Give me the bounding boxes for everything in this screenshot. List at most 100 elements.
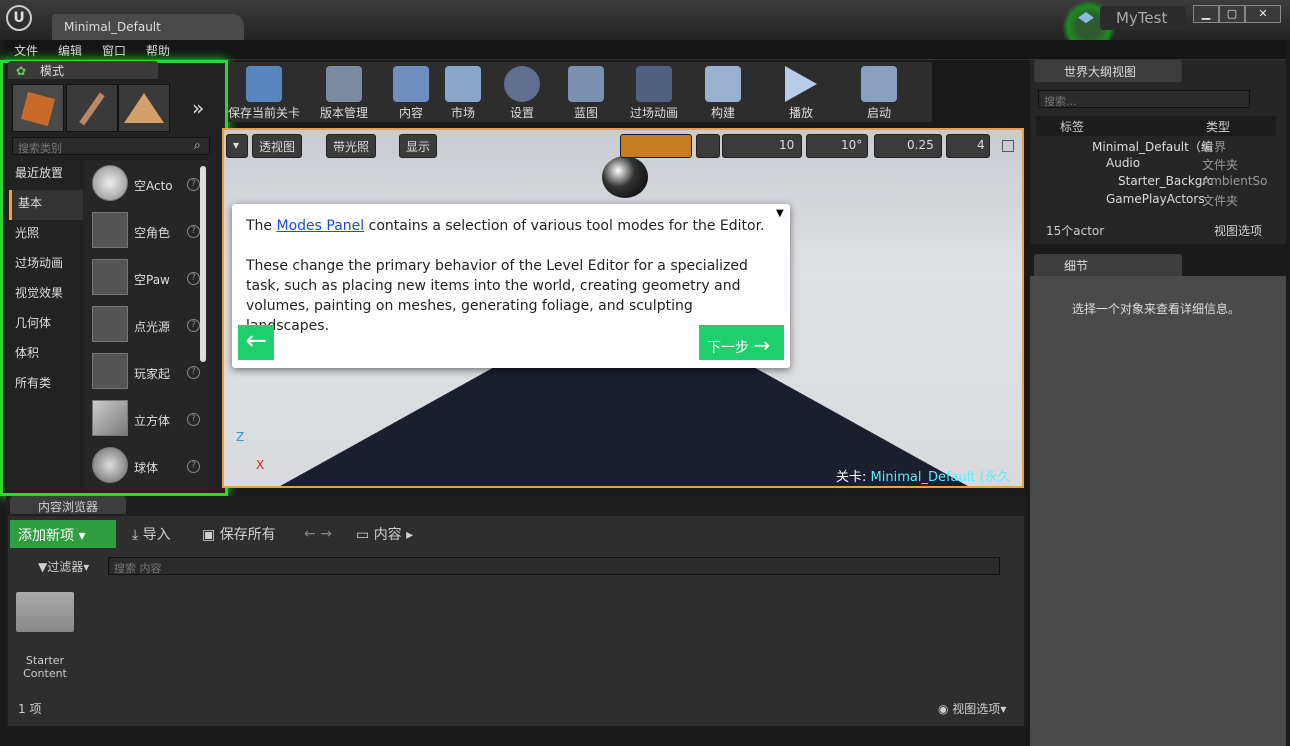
help-icon[interactable]: ?	[187, 460, 200, 473]
help-icon[interactable]: ?	[187, 366, 200, 379]
level-document-tab[interactable]: Minimal_Default	[52, 14, 244, 40]
outliner-search-input[interactable]: 搜索...	[1038, 90, 1250, 108]
menu-help[interactable]: 帮助	[136, 40, 180, 61]
table-row[interactable]: Starter_Backgrc AmbientSo	[1036, 174, 1268, 192]
modes-panel-link[interactable]: Modes Panel	[277, 218, 365, 234]
help-icon[interactable]: ?	[187, 319, 200, 332]
modes-tab[interactable]: 模式	[8, 61, 158, 79]
build-button[interactable]: 构建	[698, 64, 748, 120]
modes-title: 模式	[40, 64, 65, 78]
list-item[interactable]: 点光源?	[84, 301, 208, 348]
save-level-button[interactable]: 保存当前关卡	[228, 64, 300, 120]
category-item[interactable]: 所有类	[9, 370, 83, 400]
item-count: 1 项	[18, 702, 42, 716]
blueprint-icon	[568, 66, 604, 102]
table-row[interactable]: Audio 文件夹	[1036, 156, 1262, 174]
items-scrollbar[interactable]	[200, 166, 206, 362]
table-row[interactable]: Minimal_Default（编 世界	[1036, 138, 1262, 156]
help-icon[interactable]: ?	[187, 413, 200, 426]
save-icon	[246, 66, 282, 102]
launch-button[interactable]: 启动	[854, 64, 904, 120]
outliner-view-options[interactable]: 视图选项	[1214, 222, 1262, 239]
world-local-toggle[interactable]	[696, 134, 720, 158]
category-item[interactable]: 过场动画	[9, 250, 83, 280]
settings-button[interactable]: 设置	[494, 64, 550, 120]
rotation-snap-control[interactable]: 10°	[806, 134, 868, 158]
axis-x-label: X	[256, 458, 265, 472]
starter-content-folder-icon[interactable]	[16, 592, 74, 632]
category-item[interactable]: 基本	[9, 190, 83, 220]
save-all-button[interactable]: ▣ 保存所有	[202, 524, 276, 544]
content-button[interactable]: 内容	[386, 64, 436, 120]
world-outliner-tab[interactable]: 世界大纲视图	[1034, 60, 1182, 82]
details-panel	[1030, 276, 1286, 746]
list-item[interactable]: 玩家起?	[84, 348, 208, 395]
play-button[interactable]: 播放	[776, 64, 826, 120]
import-button[interactable]: ⤓ 导入	[132, 524, 171, 544]
pawn-thumb-icon	[92, 259, 128, 295]
grid-snap-control[interactable]: 10	[722, 134, 802, 158]
details-tab[interactable]: 细节	[1034, 254, 1182, 276]
content-icon	[393, 66, 429, 102]
help-icon[interactable]: ?	[187, 178, 200, 191]
help-icon[interactable]: ?	[187, 225, 200, 238]
tip-menu-icon[interactable]: ▼	[776, 208, 784, 219]
menu-file[interactable]: 文件	[4, 40, 48, 61]
source-control-button[interactable]: 版本管理	[308, 64, 380, 120]
marketplace-button[interactable]: 市场	[438, 64, 488, 120]
list-item[interactable]: 空Acto?	[84, 160, 208, 207]
outliner-tree: Minimal_Default（编 世界 Audio 文件夹 Starter_Bac…	[1036, 138, 1268, 210]
content-browser-body	[8, 516, 1024, 726]
path-breadcrumb[interactable]: ▭ 内容 ▸	[356, 524, 413, 544]
add-new-button[interactable]: 添加新项 ▾	[10, 520, 116, 548]
character-thumb-icon	[92, 212, 128, 248]
details-empty-message: 选择一个对象来查看详细信息。	[1072, 302, 1241, 316]
history-arrows[interactable]: ← →	[304, 526, 332, 542]
maximize-viewport-icon[interactable]	[1002, 140, 1014, 152]
filters-button[interactable]: ▼过滤器▾	[38, 558, 89, 575]
gamepad-icon	[861, 66, 897, 102]
perspective-button[interactable]: 透视图	[252, 134, 303, 158]
paint-mode-icon[interactable]	[66, 84, 118, 132]
list-item[interactable]: 球体?	[84, 442, 208, 489]
list-item[interactable]: 立方体?	[84, 395, 208, 442]
content-search-input[interactable]: 搜索 内容	[108, 557, 1000, 575]
back-button[interactable]: ←	[238, 325, 274, 360]
modes-search-input[interactable]: 搜索类别	[12, 137, 210, 155]
help-icon[interactable]: ?	[187, 272, 200, 285]
close-button[interactable]: ✕	[1245, 5, 1281, 23]
arrow-right-icon: →	[753, 333, 771, 357]
viewport-options-dropdown[interactable]: ▾	[226, 134, 248, 158]
category-item[interactable]: 最近放置	[9, 160, 83, 190]
show-button[interactable]: 显示	[399, 134, 438, 158]
clapper-icon	[636, 66, 672, 102]
tip-paragraph-2: These change the primary behavior of the…	[246, 258, 748, 334]
next-button[interactable]: 下一步 →	[699, 325, 784, 360]
list-item[interactable]: 空Paw?	[84, 254, 208, 301]
scale-snap-control[interactable]: 0.25	[874, 134, 942, 158]
play-icon	[785, 66, 817, 102]
folder-label: Starter Content	[23, 654, 67, 680]
more-modes-icon[interactable]: »	[192, 96, 204, 120]
menu-edit[interactable]: 编辑	[48, 40, 92, 61]
category-item[interactable]: 体积	[9, 340, 83, 370]
sky-sphere	[602, 156, 648, 198]
minimize-button[interactable]: ▁	[1193, 5, 1219, 23]
list-item[interactable]: 空角色?	[84, 207, 208, 254]
landscape-mode-icon[interactable]	[118, 84, 170, 132]
lit-mode-button[interactable]: 带光照	[326, 134, 377, 158]
transform-tools[interactable]	[620, 134, 692, 158]
content-view-options[interactable]: ◉ 视图选项▾	[938, 700, 1006, 717]
cinematics-button[interactable]: 过场动画	[622, 64, 686, 120]
place-mode-icon[interactable]	[12, 84, 64, 132]
camera-speed-control[interactable]: 4	[946, 134, 990, 158]
category-item[interactable]: 几何体	[9, 310, 83, 340]
table-row[interactable]: GamePlayActors 文件夹	[1036, 192, 1262, 210]
category-item[interactable]: 视觉效果	[9, 280, 83, 310]
player-start-thumb-icon	[92, 353, 128, 389]
menu-window[interactable]: 窗口	[92, 40, 136, 61]
blueprints-button[interactable]: 蓝图	[558, 64, 614, 120]
category-item[interactable]: 光照	[9, 220, 83, 250]
content-browser-tab[interactable]: 内容浏览器	[10, 496, 126, 514]
maximize-button[interactable]: ▢	[1219, 5, 1245, 23]
